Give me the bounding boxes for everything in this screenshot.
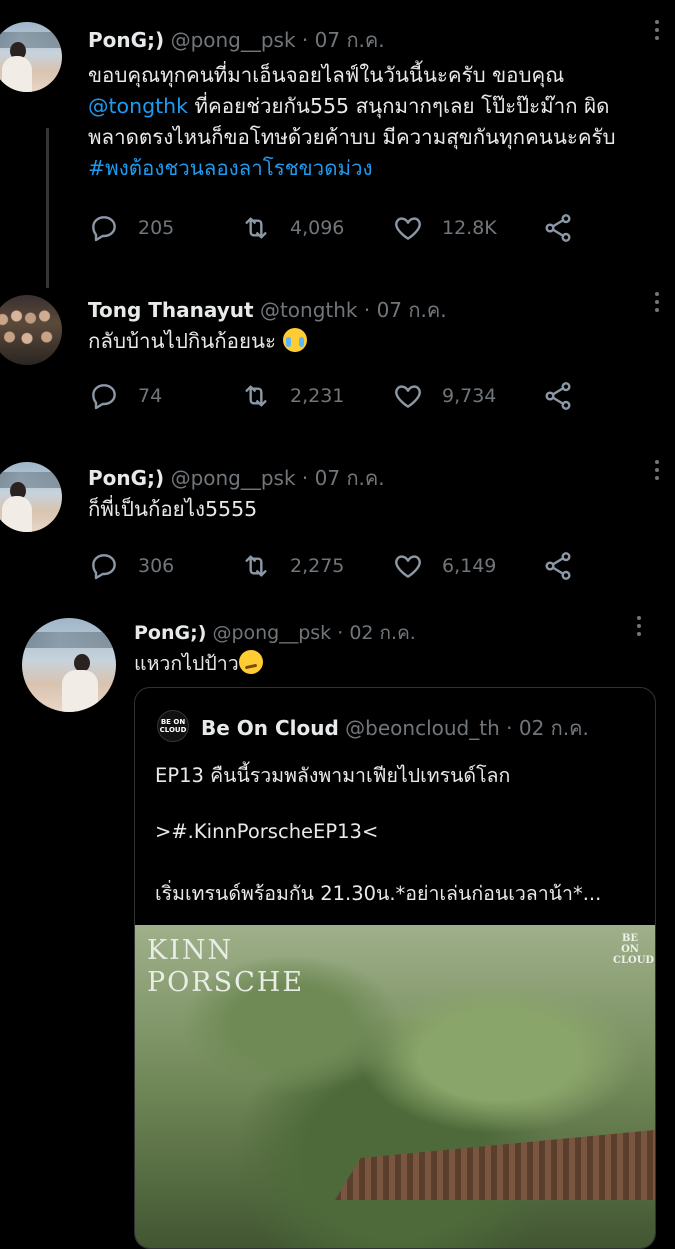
tweet-date[interactable]: · 07 ก.ค. [364,298,447,322]
tweet-date[interactable]: · 07 ก.ค. [302,466,385,490]
quote-date[interactable]: · 02 ก.ค. [506,716,589,740]
retweet-button[interactable]: 2,275 [240,550,344,582]
quote-author-handle[interactable]: @beoncloud_th [345,716,500,740]
reply-icon [92,554,116,580]
reply-count: 205 [138,217,175,239]
retweet-icon [245,217,267,239]
thread-connector [46,128,49,288]
more-icon[interactable] [637,616,643,636]
avatar[interactable] [22,618,116,712]
more-icon[interactable] [655,292,661,312]
like-icon [395,217,421,240]
reply-count: 306 [138,555,175,577]
hashtag-link[interactable]: #พงต้องชวนลองลาโรชขวดม่วง [88,156,373,180]
like-icon [395,385,421,408]
retweet-count: 2,275 [290,555,345,577]
retweet-button[interactable]: 4,096 [240,212,344,244]
tweet-date[interactable]: · 07 ก.ค. [302,28,385,52]
author-handle[interactable]: @pong__psk [171,466,296,490]
reply-button[interactable]: 306 [88,550,174,582]
quote-author-name[interactable]: Be On Cloud [201,716,339,740]
quote-media-image[interactable]: KINN PORSCHE BE ON CLOUD [135,925,655,1248]
tweet-text: แหวกไปป้าว [134,648,263,679]
image-title-porsche: PORSCHE [147,967,305,998]
retweet-icon [245,555,267,577]
face-with-tears-of-joy-icon [282,328,307,352]
avatar[interactable] [0,295,62,365]
quote-text-line-3: เริ่มเทรนด์พร้อมกัน 21.30น.*อย่าเล่นก่อน… [155,882,602,905]
retweet-count: 2,231 [290,385,345,407]
tweet-date[interactable]: · 02 ก.ค. [337,622,416,644]
more-icon[interactable] [655,460,661,480]
more-icon[interactable] [655,20,661,40]
tweet-text: ขอบคุณทุกคนที่มาเอ็นจอยไลฟ์ในวันนี้นะครั… [88,63,616,180]
avatar[interactable] [0,462,62,532]
house-roof [335,1130,655,1200]
author-handle[interactable]: @tongthk [260,298,358,322]
like-icon [395,555,421,578]
retweet-icon [245,385,267,407]
avatar[interactable] [0,22,62,92]
like-button[interactable]: 12.8K [392,212,497,244]
quote-text-line-2: >#.KinnPorscheEP13< [155,820,379,843]
beoncloud-avatar[interactable]: BE ON CLOUD [157,710,189,742]
retweet-button[interactable]: 2,231 [240,380,344,412]
author-name[interactable]: PonG;) [88,28,164,52]
author-name[interactable]: PonG;) [134,622,206,644]
mention-link[interactable]: @tongthk [88,94,188,118]
like-count: 12.8K [442,217,497,239]
retweet-count: 4,096 [290,217,345,239]
author-name[interactable]: Tong Thanayut [88,298,254,322]
reply-count: 74 [138,385,163,407]
author-handle[interactable]: @pong__psk [171,28,296,52]
share-button[interactable] [542,380,574,412]
share-icon [545,382,571,410]
reply-button[interactable]: 74 [88,380,162,412]
tweet-text: กลับบ้านไปกินก้อยนะ [88,326,307,357]
share-icon [545,552,571,580]
reply-icon [92,216,116,242]
like-button[interactable]: 9,734 [392,380,496,412]
smirking-face-icon [238,650,263,674]
author-name[interactable]: PonG;) [88,466,164,490]
image-title-kinn: KINN [147,935,234,966]
author-handle[interactable]: @pong__psk [212,622,331,644]
share-button[interactable] [542,550,574,582]
like-button[interactable]: 6,149 [392,550,496,582]
reply-icon [92,384,116,410]
image-badge: BE ON CLOUD [613,933,655,966]
like-count: 9,734 [442,385,497,407]
reply-button[interactable]: 205 [88,212,174,244]
share-button[interactable] [542,212,574,244]
quoted-tweet[interactable]: BE ON CLOUD Be On Cloud @beoncloud_th · … [134,687,656,1249]
like-count: 6,149 [442,555,497,577]
share-icon [545,214,571,242]
tweet-text: ก็พี่เป็นก้อยไง5555 [88,497,258,521]
quote-text-line-1: EP13 คืนนี้รวมพลังพามาเฟียไปเทรนด์โลก [155,764,511,787]
